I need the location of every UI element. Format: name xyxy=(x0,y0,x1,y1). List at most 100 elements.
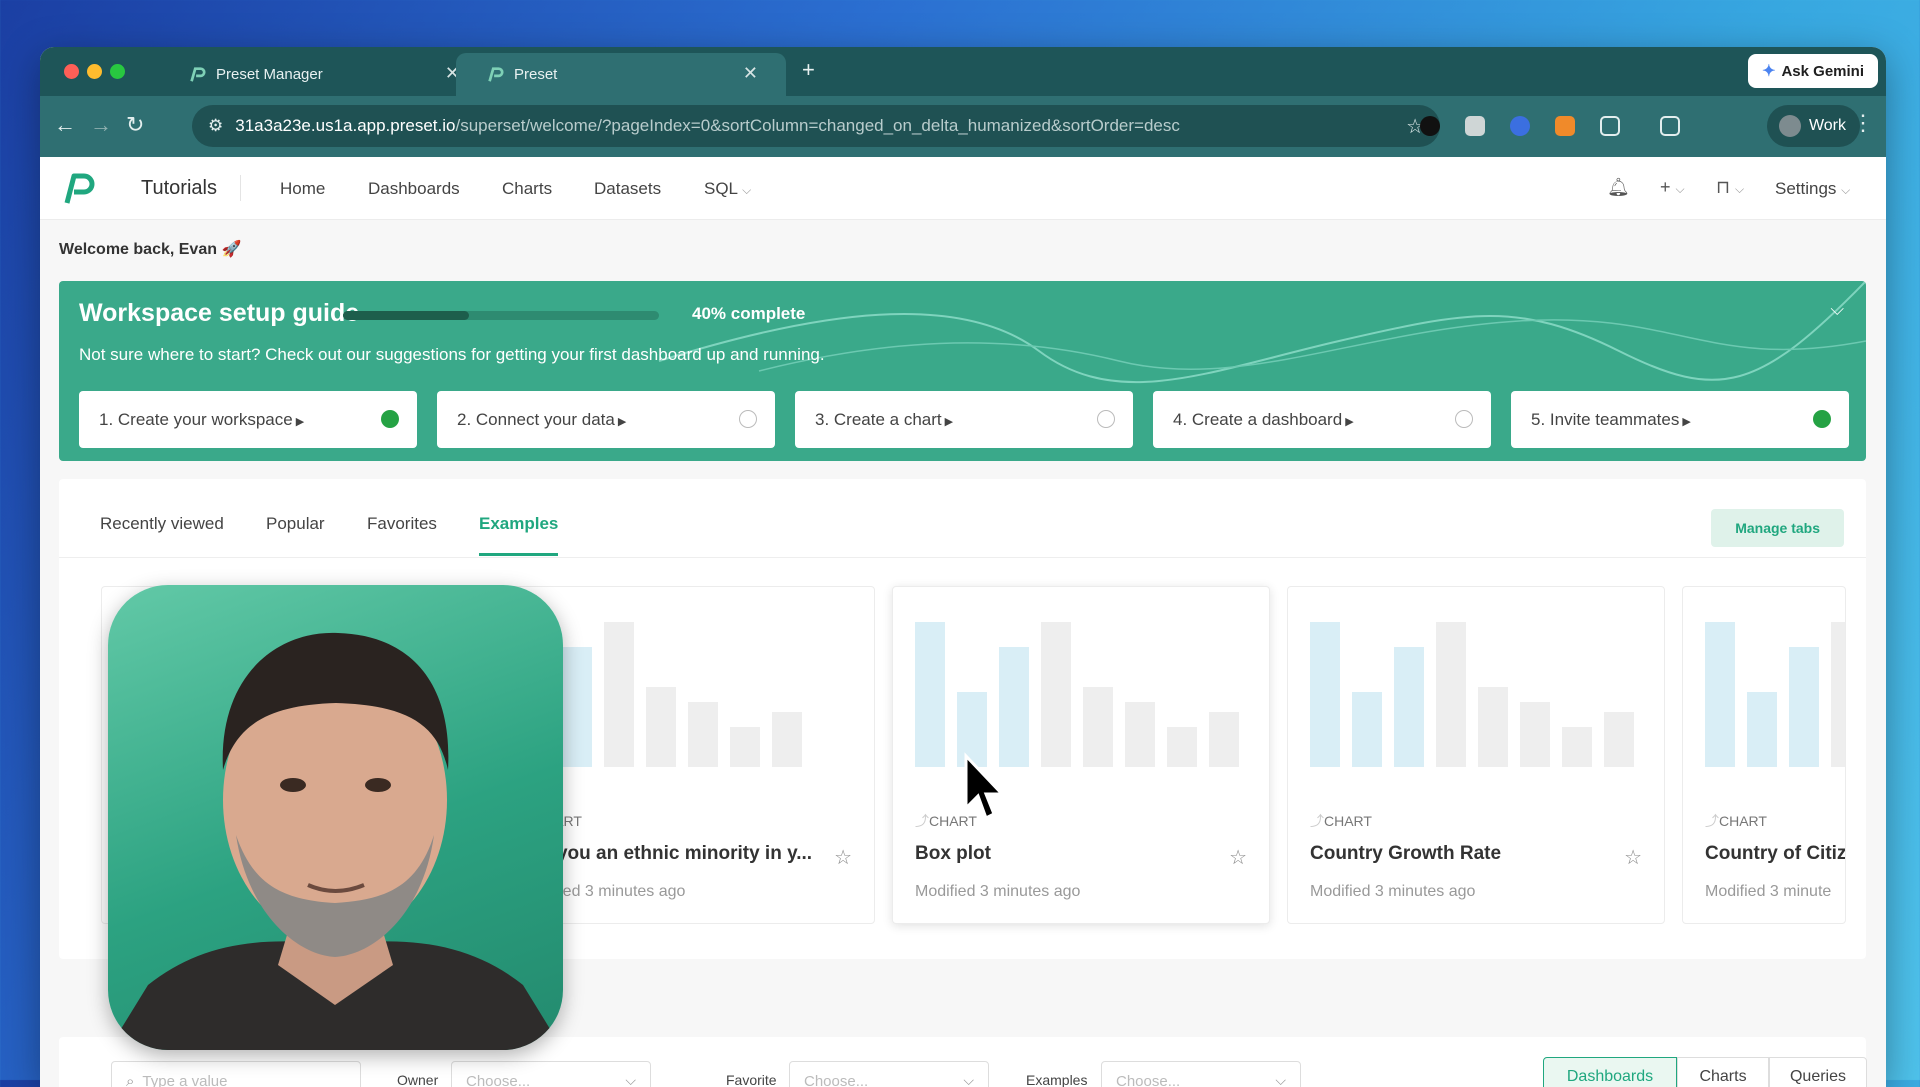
paint-roller-icon[interactable]: ⊓ ⌵ xyxy=(1716,177,1744,198)
chart-card-box-plot[interactable]: CHART Box plot Modified 3 minutes ago ☆ xyxy=(892,586,1270,924)
check-pending-icon xyxy=(1097,410,1115,428)
avatar xyxy=(1779,115,1801,137)
nav-charts[interactable]: Charts xyxy=(502,179,552,199)
ask-gemini-button[interactable]: ✦ Ask Gemini xyxy=(1748,54,1878,88)
tab-popular[interactable]: Popular xyxy=(266,514,325,534)
new-tab-icon[interactable]: + xyxy=(802,57,815,83)
examples-select[interactable]: Choose... xyxy=(1101,1061,1301,1087)
nav-sql-label: SQL xyxy=(704,179,737,198)
mouse-cursor-icon xyxy=(962,752,1010,824)
maximize-window-button[interactable] xyxy=(110,64,125,79)
setup-guide-banner: Workspace setup guide 40% complete Not s… xyxy=(59,281,1866,461)
step-label: 5. Invite teammates xyxy=(1531,410,1691,430)
nav-home[interactable]: Home xyxy=(280,179,325,199)
card-title[interactable]: Box plot xyxy=(915,843,991,865)
metamask-fox-icon[interactable] xyxy=(1555,116,1575,136)
step-invite-teammates[interactable]: 5. Invite teammates xyxy=(1511,391,1849,448)
step-create-workspace[interactable]: 1. Create your workspace xyxy=(79,391,417,448)
step-connect-data[interactable]: 2. Connect your data xyxy=(437,391,775,448)
chart-card-country-growth-rate[interactable]: CHART Country Growth Rate Modified 3 min… xyxy=(1287,586,1665,924)
settings-menu[interactable]: Settings ⌵ xyxy=(1775,179,1850,199)
settings-label: Settings xyxy=(1775,179,1836,198)
nav-dashboards[interactable]: Dashboards xyxy=(368,179,460,199)
tab-title: Preset xyxy=(514,66,557,83)
profile-button[interactable]: Work xyxy=(1767,105,1860,147)
address-bar[interactable]: ⚙ 31a3a23e.us1a.app.preset.io /superset/… xyxy=(192,105,1440,147)
tab-recently-viewed[interactable]: Recently viewed xyxy=(100,514,224,534)
password-manager-icon[interactable] xyxy=(1510,116,1530,136)
check-complete-icon xyxy=(1813,410,1831,428)
card-modified: Modified 3 minutes ago xyxy=(915,883,1080,901)
browser-tab-bar: Preset Manager ✕ Preset ✕ + ✦ Ask Gemini xyxy=(40,47,1886,96)
favorite-select[interactable]: Choose... xyxy=(789,1061,989,1087)
chevron-down-icon: ⌵ xyxy=(1841,183,1850,197)
nav-divider xyxy=(240,175,241,201)
chart-card-country-of-citizenship[interactable]: CHART Country of Citiz Modified 3 minute xyxy=(1682,586,1846,924)
workspace-name[interactable]: Tutorials xyxy=(141,177,217,200)
chart-thumbnail xyxy=(1705,617,1845,767)
presenter-portrait-image xyxy=(108,585,563,1050)
step-label: 4. Create a dashboard xyxy=(1173,410,1354,430)
favorite-star-icon[interactable]: ☆ xyxy=(1624,845,1642,870)
plus-menu-icon[interactable]: + ⌵ xyxy=(1660,177,1685,198)
presenter-webcam-overlay xyxy=(108,585,563,1050)
close-window-button[interactable] xyxy=(64,64,79,79)
chart-thumbnail xyxy=(915,617,1245,767)
search-input[interactable]: ⌕ Type a value xyxy=(111,1061,361,1087)
tab-title: Preset Manager xyxy=(216,66,323,83)
guide-progress-fill xyxy=(343,311,469,320)
camera-extension-icon[interactable] xyxy=(1465,116,1485,136)
card-type-label: CHART xyxy=(1310,811,1372,831)
browser-tab-preset-manager[interactable]: Preset Manager ✕ xyxy=(158,53,488,96)
site-settings-icon[interactable]: ⚙ xyxy=(208,116,223,136)
step-label: 2. Connect your data xyxy=(457,410,626,430)
back-arrow-icon[interactable]: ← xyxy=(54,112,76,138)
browser-menu-icon[interactable]: ⋮ xyxy=(1852,110,1874,136)
manage-tabs-button[interactable]: Manage tabs xyxy=(1711,509,1844,547)
segment-dashboards[interactable]: Dashboards xyxy=(1543,1057,1677,1087)
bell-icon[interactable]: 🔔︎ xyxy=(1607,177,1630,198)
guide-progress-label: 40% complete xyxy=(692,304,805,324)
close-tab-icon[interactable]: ✕ xyxy=(743,63,758,84)
guide-title: Workspace setup guide xyxy=(79,299,359,328)
tab-examples[interactable]: Examples xyxy=(479,514,558,534)
step-create-dashboard[interactable]: 4. Create a dashboard xyxy=(1153,391,1491,448)
minimize-window-button[interactable] xyxy=(87,64,102,79)
check-pending-icon xyxy=(1455,410,1473,428)
card-modified: Modified 3 minutes ago xyxy=(1310,883,1475,901)
url-path: /superset/welcome/?pageIndex=0&sortColum… xyxy=(456,116,1180,136)
browser-tab-preset[interactable]: Preset ✕ xyxy=(456,53,786,96)
extensions-puzzle-icon[interactable] xyxy=(1600,116,1620,136)
card-title[interactable]: Country of Citiz xyxy=(1705,843,1846,865)
gemini-sparkle-icon: ✦ xyxy=(1762,61,1775,81)
card-title[interactable]: Are you an ethnic minority in y... xyxy=(520,843,812,865)
nav-datasets[interactable]: Datasets xyxy=(594,179,661,199)
chart-thumbnail xyxy=(520,617,850,767)
card-title[interactable]: Country Growth Rate xyxy=(1310,843,1501,865)
card-type-label: CHART xyxy=(1705,811,1767,831)
preset-logo-icon xyxy=(188,66,206,84)
app-navbar: Tutorials Home Dashboards Charts Dataset… xyxy=(40,157,1886,220)
reload-icon[interactable]: ↻ xyxy=(126,112,144,138)
card-modified: Modified 3 minute xyxy=(1705,883,1831,901)
owner-select[interactable]: Choose... xyxy=(451,1061,651,1087)
nav-sql[interactable]: SQL ⌵ xyxy=(704,179,751,199)
favorite-star-icon[interactable]: ☆ xyxy=(1229,845,1247,870)
segment-charts[interactable]: Charts xyxy=(1677,1057,1769,1087)
guide-progress-bar xyxy=(343,311,659,320)
chevron-down-icon: ⌵ xyxy=(742,183,751,197)
chart-thumbnail xyxy=(1310,617,1640,767)
forward-arrow-icon[interactable]: → xyxy=(90,112,112,138)
home-tabs: Recently viewed Popular Favorites Exampl… xyxy=(59,479,1866,558)
extension-icon[interactable] xyxy=(1420,116,1440,136)
check-pending-icon xyxy=(739,410,757,428)
segment-queries[interactable]: Queries xyxy=(1769,1057,1867,1087)
step-create-chart[interactable]: 3. Create a chart xyxy=(795,391,1133,448)
favorite-star-icon[interactable]: ☆ xyxy=(834,845,852,870)
guide-subtitle: Not sure where to start? Check out our s… xyxy=(79,345,825,365)
tab-search-icon[interactable] xyxy=(1660,116,1680,136)
tab-favorites[interactable]: Favorites xyxy=(367,514,437,534)
preset-logo-icon[interactable] xyxy=(60,172,96,206)
collapse-chevron-icon[interactable]: ⌵ xyxy=(1830,299,1844,320)
welcome-message: Welcome back, Evan 🚀 xyxy=(59,239,241,259)
